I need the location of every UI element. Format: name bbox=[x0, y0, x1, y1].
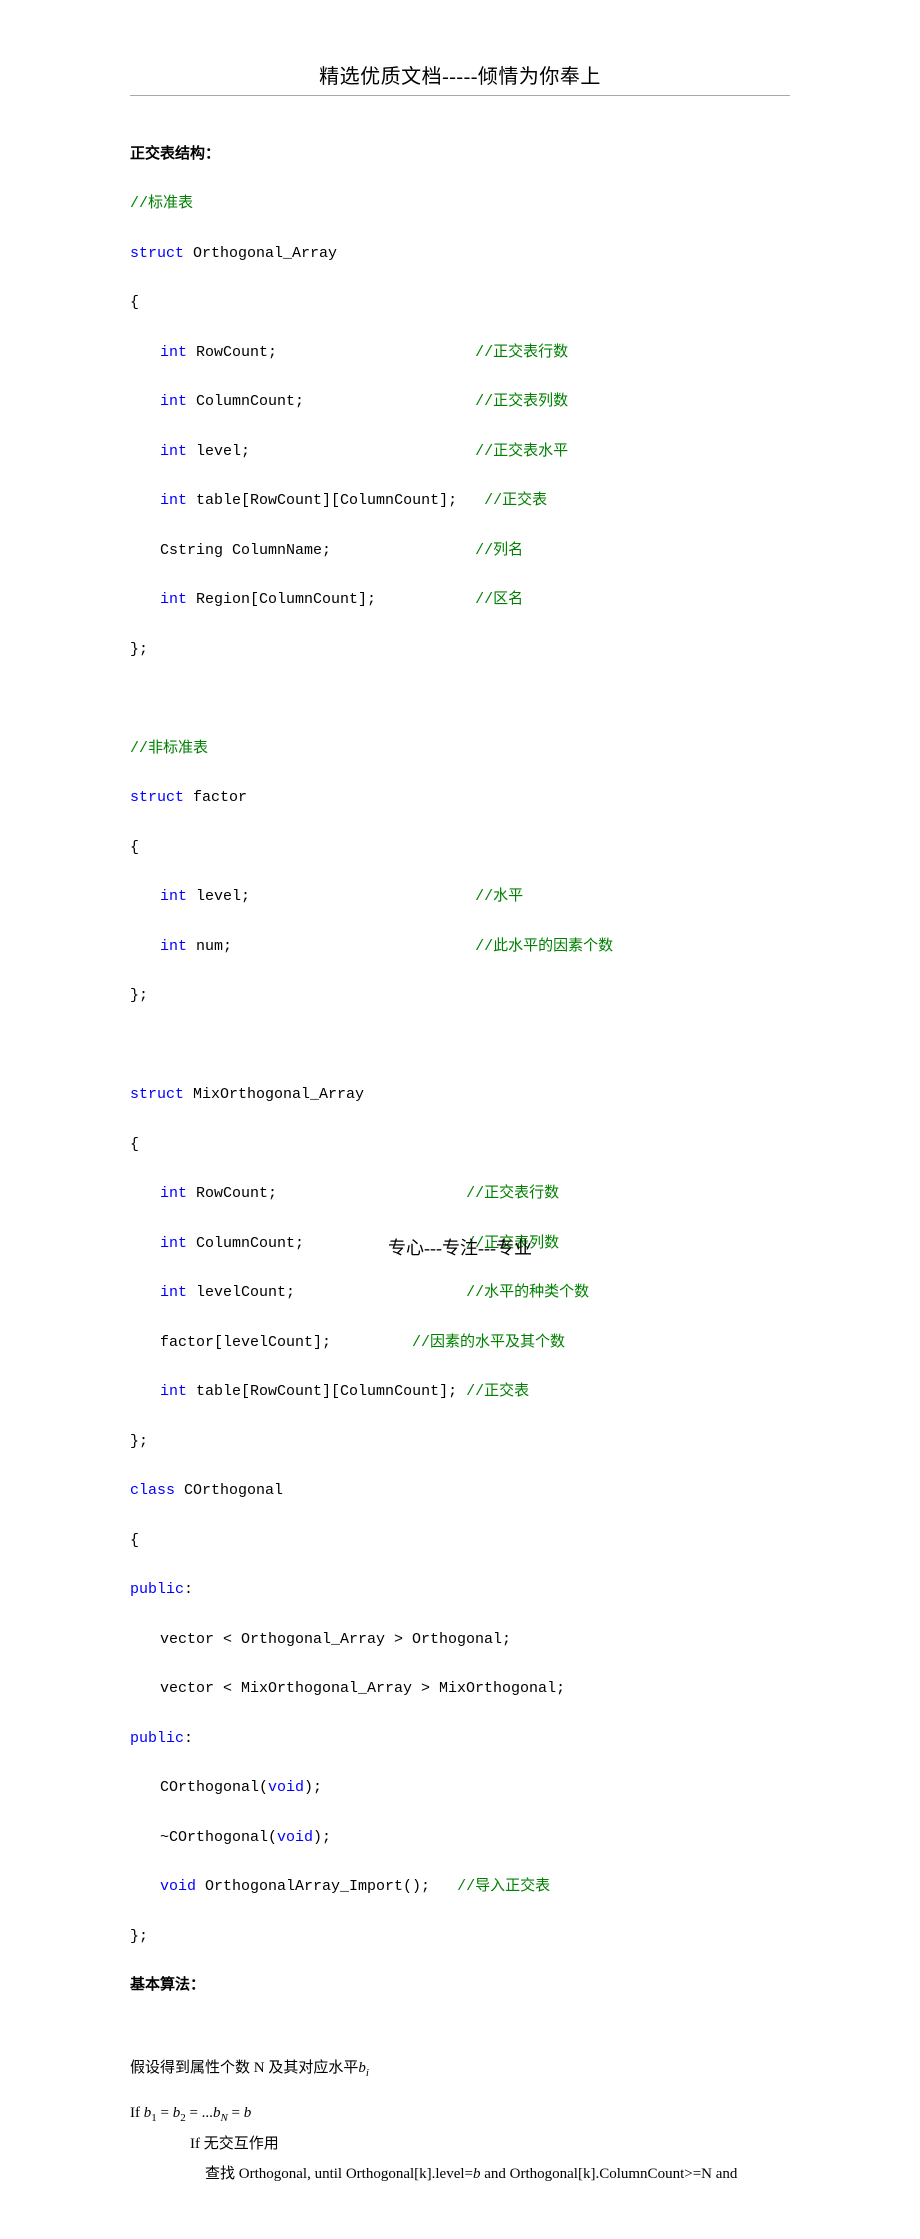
brace-close: }; bbox=[130, 984, 790, 1009]
public-2: public: bbox=[130, 1727, 790, 1752]
brace-open: { bbox=[130, 1133, 790, 1158]
m-rowcount: int RowCount; //正交表行数 bbox=[130, 1182, 790, 1207]
cls-import: void OrthogonalArray_Import(); //导入正交表 bbox=[130, 1875, 790, 1900]
f-level: int level; //水平 bbox=[130, 885, 790, 910]
blank-line bbox=[130, 1034, 790, 1059]
brace-open: { bbox=[130, 836, 790, 861]
oa-level: int level; //正交表水平 bbox=[130, 440, 790, 465]
m-table: int table[RowCount][ColumnCount]; //正交表 bbox=[130, 1380, 790, 1405]
oa-region: int Region[ColumnCount]; //区名 bbox=[130, 588, 790, 613]
section-title-algo: 基本算法： bbox=[130, 1974, 790, 1999]
public-1: public: bbox=[130, 1578, 790, 1603]
comment-standard: //标准表 bbox=[130, 192, 790, 217]
comment-nonstandard: //非标准表 bbox=[130, 737, 790, 762]
brace-close: }; bbox=[130, 638, 790, 663]
algo-line-if2: If 无交互作用 bbox=[130, 2129, 790, 2159]
f-num: int num; //此水平的因素个数 bbox=[130, 935, 790, 960]
brace-open: { bbox=[130, 1529, 790, 1554]
algo-line-if1: If b1 = b2 = ...bN = b bbox=[130, 2098, 790, 2129]
page-body: 精选优质文档-----倾情为你奉上 正交表结构： //标准表 struct Or… bbox=[0, 0, 920, 2239]
brace-close: }; bbox=[130, 1430, 790, 1455]
oa-table: int table[RowCount][ColumnCount]; //正交表 bbox=[130, 489, 790, 514]
struct-oa-decl: struct Orthogonal_Array bbox=[130, 242, 790, 267]
math-eq: b1 = b2 = ...bN = b bbox=[144, 2105, 252, 2121]
brace-open: { bbox=[130, 291, 790, 316]
algorithm-text: 假设得到属性个数 N 及其对应水平bi If b1 = b2 = ...bN =… bbox=[130, 2053, 790, 2189]
cls-vec2: vector < MixOrthogonal_Array > MixOrthog… bbox=[130, 1677, 790, 1702]
oa-rowcount: int RowCount; //正交表行数 bbox=[130, 341, 790, 366]
algo-line-1: 假设得到属性个数 N 及其对应水平bi bbox=[130, 2053, 790, 2084]
m-factor: factor[levelCount]; //因素的水平及其个数 bbox=[130, 1331, 790, 1356]
code-block: 正交表结构： //标准表 struct Orthogonal_Array { i… bbox=[130, 118, 790, 2049]
oa-cstring: Cstring ColumnName; //列名 bbox=[130, 539, 790, 564]
blank-line bbox=[130, 687, 790, 712]
cls-ctor: COrthogonal(void); bbox=[130, 1776, 790, 1801]
algo-line-find: 查找 Orthogonal, until Orthogonal[k].level… bbox=[130, 2159, 790, 2189]
cls-vec1: vector < Orthogonal_Array > Orthogonal; bbox=[130, 1628, 790, 1653]
math-bi: bi bbox=[358, 2060, 369, 2076]
cls-dtor: ~COrthogonal(void); bbox=[130, 1826, 790, 1851]
blank-line bbox=[130, 2084, 790, 2098]
page-footer: 专心---专注---专业 bbox=[0, 1234, 920, 1260]
struct-factor-decl: struct factor bbox=[130, 786, 790, 811]
section-title-struct: 正交表结构： bbox=[130, 143, 790, 168]
oa-colcount: int ColumnCount; //正交表列数 bbox=[130, 390, 790, 415]
brace-close: }; bbox=[130, 1925, 790, 1950]
m-levelcount: int levelCount; //水平的种类个数 bbox=[130, 1281, 790, 1306]
class-decl: class COrthogonal bbox=[130, 1479, 790, 1504]
page-header: 精选优质文档-----倾情为你奉上 bbox=[130, 60, 790, 96]
struct-moa-decl: struct MixOrthogonal_Array bbox=[130, 1083, 790, 1108]
